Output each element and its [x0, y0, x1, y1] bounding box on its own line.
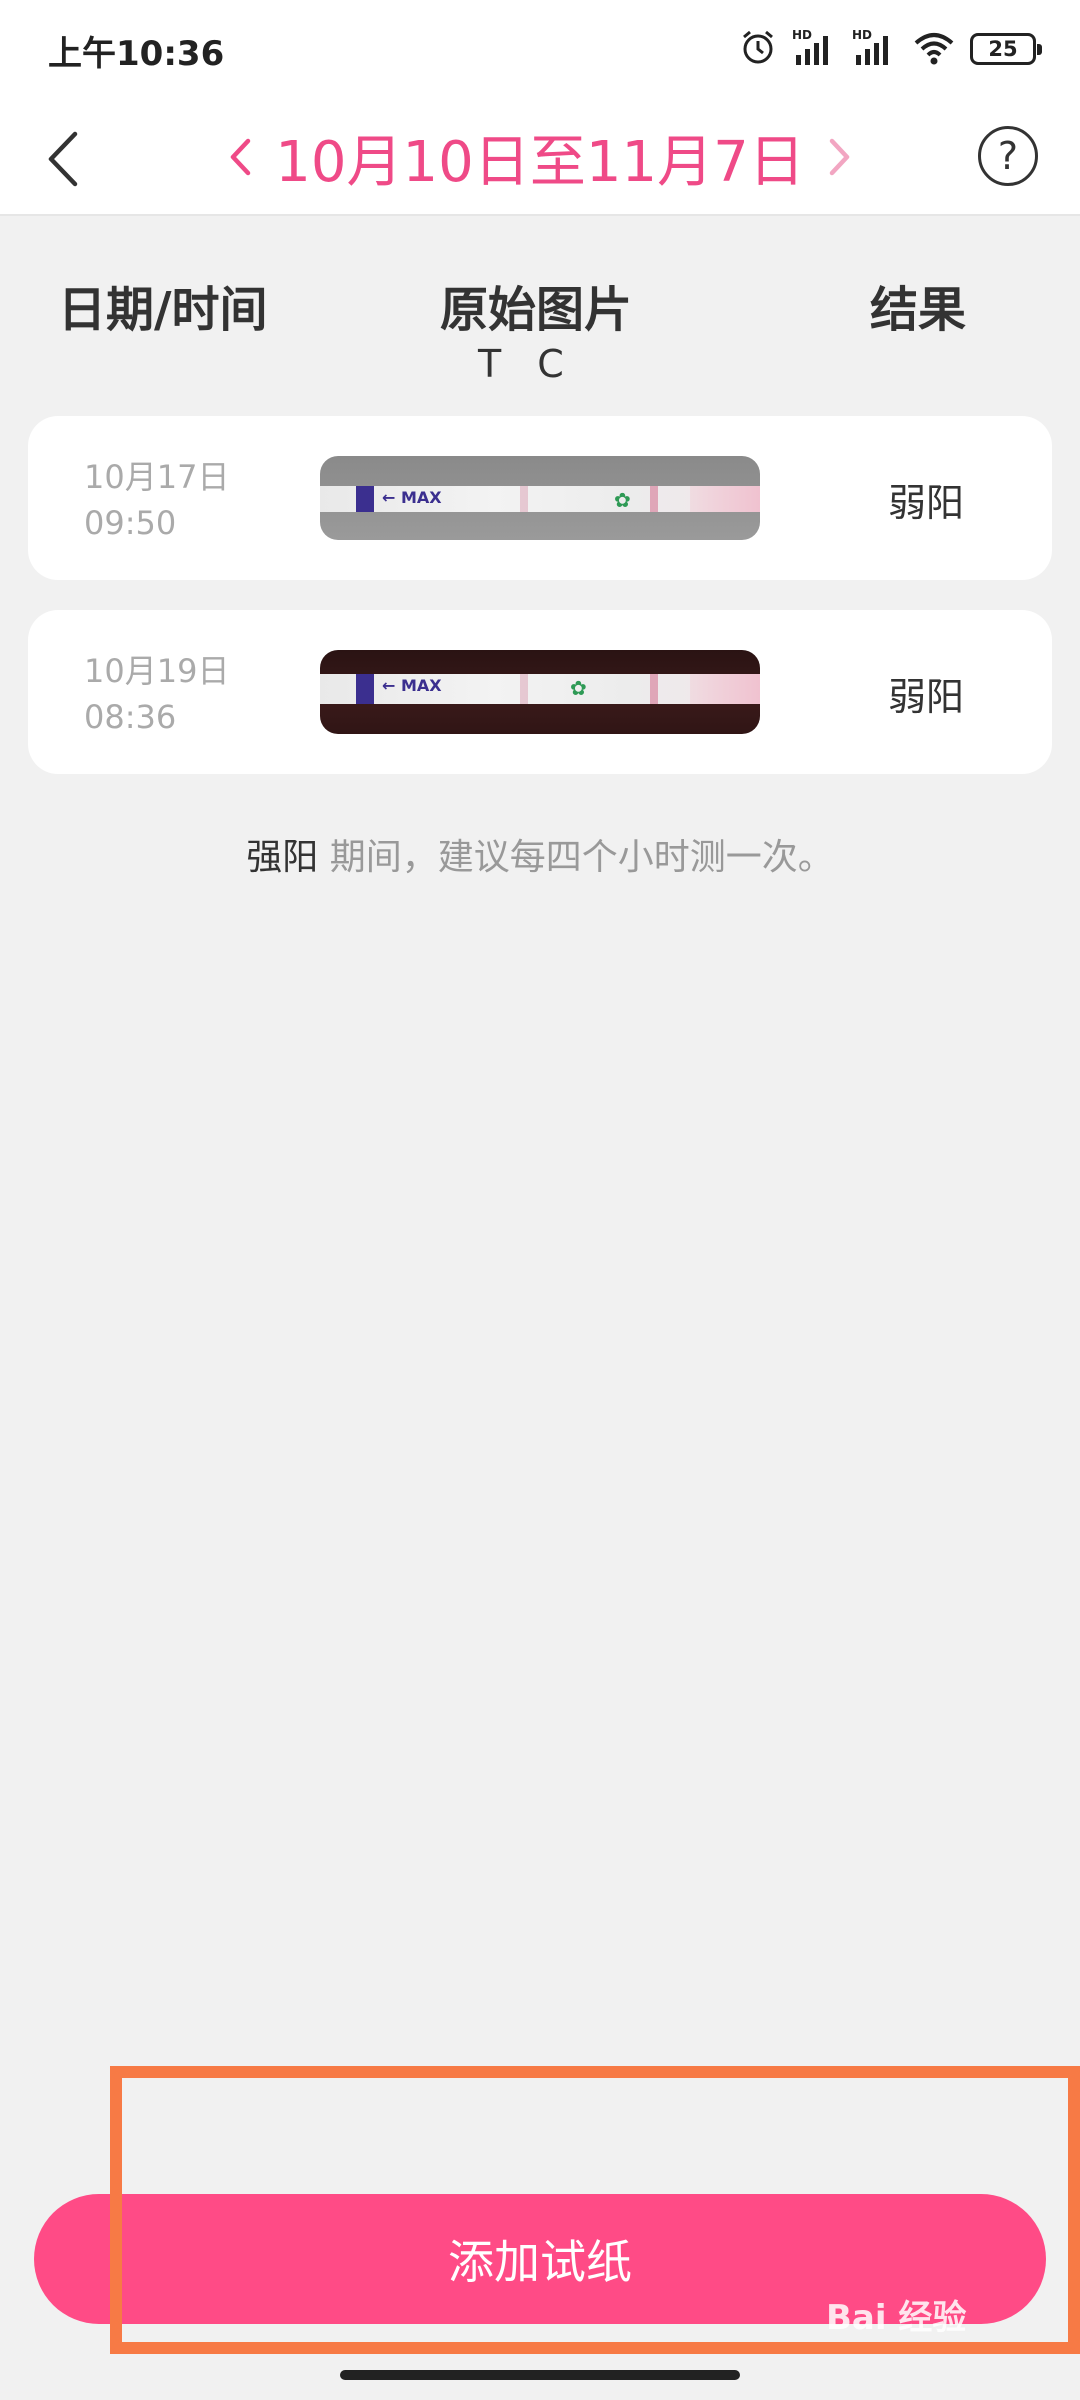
- strip-t-line: [520, 486, 528, 512]
- header: 10月10日至11月7日 ?: [0, 100, 1080, 216]
- tc-labels: T C: [478, 342, 564, 386]
- hd-signal-icon: HD: [852, 27, 898, 71]
- strip-c-line: [650, 486, 658, 512]
- status-bar: 上午10:36 HD HD 25: [0, 0, 1080, 100]
- hint-strong: 强阳: [246, 837, 319, 878]
- chevron-left-icon: [231, 138, 251, 176]
- status-time: 上午10:36: [48, 34, 225, 74]
- strip-band: ← MAX ✿: [320, 486, 760, 512]
- record-time: 09:50: [84, 504, 177, 542]
- strip-max-mark: ← MAX: [382, 488, 442, 507]
- battery-icon: 25: [970, 33, 1042, 65]
- strip-logo-icon: ✿: [614, 488, 631, 512]
- record-time: 08:36: [84, 698, 177, 736]
- record-row[interactable]: 10月17日 09:50 ← MAX ✿ 弱阳: [28, 416, 1052, 580]
- next-range-button[interactable]: [823, 134, 857, 180]
- wifi-icon: [912, 27, 956, 71]
- date-range-nav: 10月10日至11月7日: [220, 114, 860, 200]
- record-date: 10月17日: [84, 458, 230, 496]
- baidu-watermark: Bai 经验: [826, 2298, 967, 2338]
- record-datetime: 10月17日 09:50: [84, 454, 229, 546]
- column-header-result: 结果: [870, 282, 967, 338]
- c-label: C: [537, 342, 564, 386]
- strip-pink-end: [690, 486, 760, 512]
- hd-signal-icon: HD: [792, 27, 838, 71]
- record-date: 10月19日: [84, 652, 230, 690]
- strip-logo-icon: ✿: [570, 676, 587, 700]
- svg-text:HD: HD: [792, 28, 812, 42]
- prev-range-button[interactable]: [223, 134, 257, 180]
- strip-t-line: [520, 674, 528, 704]
- record-row[interactable]: 10月19日 08:36 ← MAX ✿ 弱阳: [28, 610, 1052, 774]
- date-range-title: 10月10日至11月7日: [275, 129, 805, 195]
- status-icons: HD HD 25: [738, 24, 1042, 74]
- strip-handle: [356, 486, 374, 512]
- hint-text: 期间，建议每四个小时测一次。: [318, 837, 834, 878]
- record-result: 弱阳: [888, 481, 965, 525]
- test-strip-image[interactable]: ← MAX ✿: [320, 650, 760, 734]
- testing-hint: 强阳 期间，建议每四个小时测一次。: [0, 828, 1080, 880]
- strip-max-mark: ← MAX: [382, 676, 442, 695]
- chevron-right-icon: [829, 138, 849, 176]
- record-datetime: 10月19日 08:36: [84, 648, 229, 740]
- test-strip-image[interactable]: ← MAX ✿: [320, 456, 760, 540]
- home-indicator[interactable]: [340, 2370, 740, 2380]
- column-header-original-image: 原始图片: [440, 282, 633, 338]
- strip-c-line: [650, 674, 658, 704]
- t-label: T: [478, 342, 502, 386]
- column-header-date-time: 日期/时间: [58, 282, 268, 338]
- alarm-icon: [738, 27, 778, 71]
- svg-text:HD: HD: [852, 28, 872, 42]
- strip-band: ← MAX ✿: [320, 674, 760, 704]
- help-button[interactable]: ?: [978, 126, 1038, 186]
- record-result: 弱阳: [888, 675, 965, 719]
- strip-handle: [356, 674, 374, 704]
- strip-pink-end: [690, 674, 760, 704]
- question-icon: ?: [997, 134, 1019, 178]
- back-button[interactable]: [28, 124, 98, 194]
- chevron-left-icon: [48, 131, 78, 187]
